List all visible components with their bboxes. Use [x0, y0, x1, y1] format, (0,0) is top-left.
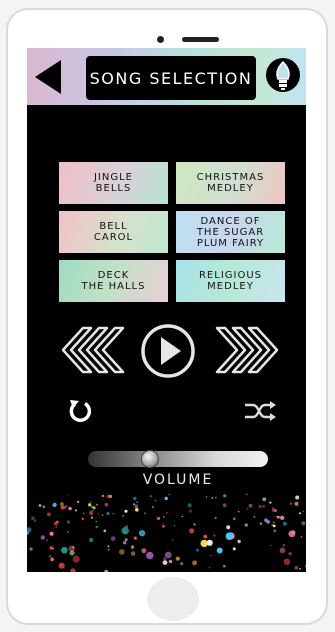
song-button-religious-medley[interactable]: RELIGIOUS MEDLEY [176, 260, 285, 302]
repeat-icon[interactable] [67, 398, 93, 424]
confetti-decoration [27, 493, 306, 572]
header-bar: SONG SELECTION [27, 48, 306, 105]
fast-forward-icon[interactable] [215, 324, 279, 376]
song-button-jingle-bells[interactable]: JINGLE BELLS [59, 162, 168, 204]
song-button-dance-of-the-sugar-plum-fairy[interactable]: DANCE OF THE SUGAR PLUM FAIRY [176, 211, 285, 253]
volume-label: VOLUME [142, 472, 214, 488]
lightbulb-icon[interactable] [265, 57, 301, 97]
page-title: SONG SELECTION [89, 68, 253, 88]
volume-slider[interactable] [88, 450, 268, 468]
song-button-bell-carol[interactable]: BELL CAROL [59, 211, 168, 253]
front-camera [157, 36, 164, 43]
back-arrow-icon[interactable] [35, 60, 61, 94]
song-button-christmas-medley[interactable]: CHRISTMAS MEDLEY [176, 162, 285, 204]
volume-knob[interactable] [141, 450, 160, 468]
shuffle-icon[interactable] [243, 401, 277, 421]
play-icon[interactable] [140, 323, 196, 379]
app-screen: SONG SELECTION JINGLE BELLS CHRISTMAS ME… [27, 48, 306, 572]
title-box: SONG SELECTION [86, 56, 256, 100]
home-button[interactable] [147, 577, 199, 621]
rewind-icon[interactable] [61, 324, 125, 376]
song-button-deck-the-halls[interactable]: DECK THE HALLS [59, 260, 168, 302]
speaker-grille [182, 37, 219, 42]
